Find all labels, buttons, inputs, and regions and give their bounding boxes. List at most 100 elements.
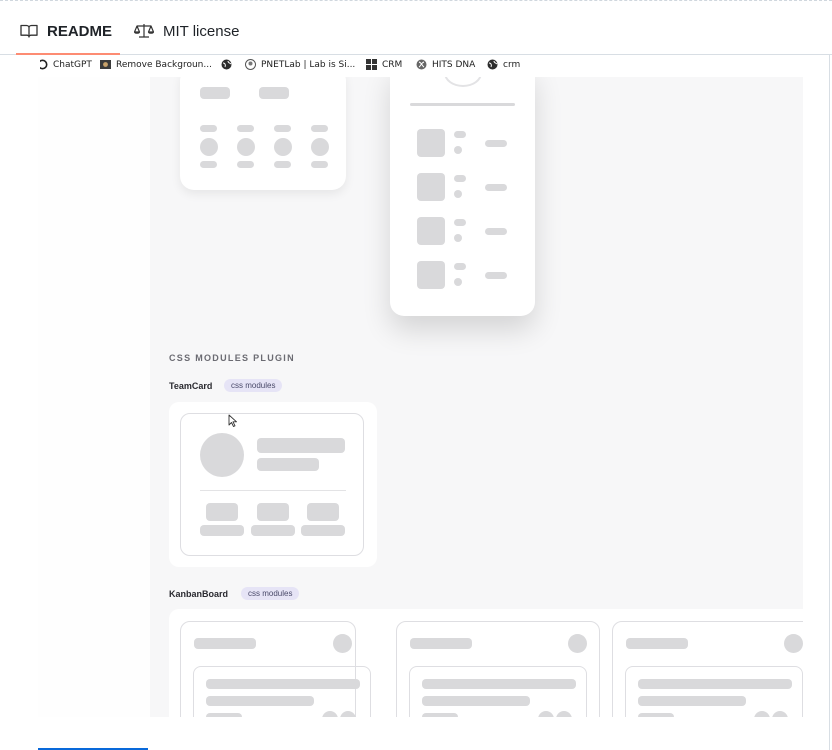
placeholder-avatar [200,433,244,477]
placeholder-bar [626,638,688,649]
globe-icon [221,59,232,70]
globe-icon [487,59,498,70]
placeholder-dot [454,190,462,198]
placeholder-bar [454,175,466,182]
placeholder-thumb [417,217,445,245]
placeholder-bar [206,679,360,689]
placeholder-bar [200,87,230,99]
kanban-card-mock [625,666,803,717]
placeholder-bar [237,125,254,132]
placeholder-bar [638,679,792,689]
image-icon [100,59,111,70]
placeholder-bar [194,638,256,649]
placeholder-dot [454,146,462,154]
bookmark-chatgpt[interactable]: ChatGPT [37,59,92,70]
kanban-column [396,621,600,717]
placeholder-bar [206,696,314,706]
placeholder-dot [454,278,462,286]
placeholder-circle [311,138,329,156]
content-right-border [829,54,830,750]
placeholder-circle [340,711,356,717]
badge-kanbanboard: css modules [241,587,300,600]
repo-tab-bar: README MIT license [0,8,832,55]
placeholder-bar [638,713,674,717]
placeholder-bar [257,458,319,471]
tab-license[interactable]: MIT license [134,8,239,54]
placeholder-bar [274,125,291,132]
grid-icon [366,59,377,70]
mock-phone-left [180,77,346,190]
placeholder-bar [454,131,466,138]
placeholder-circle [322,711,338,717]
placeholder-bar [311,125,328,132]
placeholder-bar [485,272,507,279]
placeholder-bar [206,503,238,521]
bookmarks-bar: ChatGPT Remove Backgroun... PNETLab | La… [0,55,829,77]
placeholder-circle [538,711,554,717]
placeholder-circle [568,634,587,653]
placeholder-circle [274,138,292,156]
kanban-column [180,621,371,717]
placeholder-bar [638,696,746,706]
bookmark-crm-grid[interactable]: CRM [366,59,402,70]
top-border [0,0,832,4]
placeholder-circle [200,138,218,156]
chatgpt-icon [37,59,48,70]
placeholder-circle [772,711,788,717]
placeholder-bar [307,503,339,521]
placeholder-circle [754,711,770,717]
placeholder-bar [259,87,289,99]
placeholder-bar [301,525,345,536]
bookmark-crm[interactable]: crm [487,59,520,70]
placeholder-bar [454,263,466,270]
placeholder-bar [422,696,530,706]
badge-teamcard: css modules [224,379,283,392]
component-name-kanbanboard: KanbanBoard [169,589,229,599]
placeholder-bar [485,184,507,191]
placeholder-bar [422,713,458,717]
placeholder-avatar [444,77,482,87]
kanban-column [612,621,803,717]
placeholder-bar [237,161,254,168]
placeholder-bar [485,140,507,147]
bookmark-remove-background[interactable]: Remove Backgroun... [100,59,212,70]
placeholder-divider [200,490,346,491]
bookmark-globe[interactable] [221,59,237,70]
teamcard-mock [180,413,364,556]
dna-icon [416,59,427,70]
kanban-card-mock [193,666,371,717]
tab-readme[interactable]: README [15,8,121,55]
placeholder-bar [485,228,507,235]
placeholder-dot [454,234,462,242]
placeholder-bar [274,161,291,168]
book-icon [20,23,38,39]
placeholder-bar [410,638,472,649]
scale-icon [134,23,154,39]
pnetlab-icon [245,59,256,70]
mock-phone-right [390,77,535,316]
tab-readme-label: README [47,22,113,40]
placeholder-bar [200,125,217,132]
placeholder-bar [200,161,217,168]
placeholder-bar [251,525,295,536]
placeholder-bar [454,219,466,226]
placeholder-circle [556,711,572,717]
bookmark-pnetlab[interactable]: PNETLab | Lab is Si... [245,59,355,70]
bookmark-hits-dna[interactable]: HITS DNA [416,59,475,70]
placeholder-bar [200,525,244,536]
placeholder-thumb [417,129,445,157]
placeholder-bar [422,679,576,689]
placeholder-bar [257,503,289,521]
kanban-card-mock [409,666,587,717]
placeholder-divider [410,103,515,106]
placeholder-circle [784,634,803,653]
component-name-teamcard: TeamCard [169,381,213,391]
readme-preview-image: CSS MODULES PLUGIN TeamCard css modules … [38,77,803,717]
placeholder-thumb [417,261,445,289]
placeholder-circle [237,138,255,156]
placeholder-circle [333,634,352,653]
tab-license-label: MIT license [163,22,240,40]
placeholder-bar [206,713,242,717]
placeholder-bar [257,438,345,453]
mouse-cursor-icon [228,414,238,433]
